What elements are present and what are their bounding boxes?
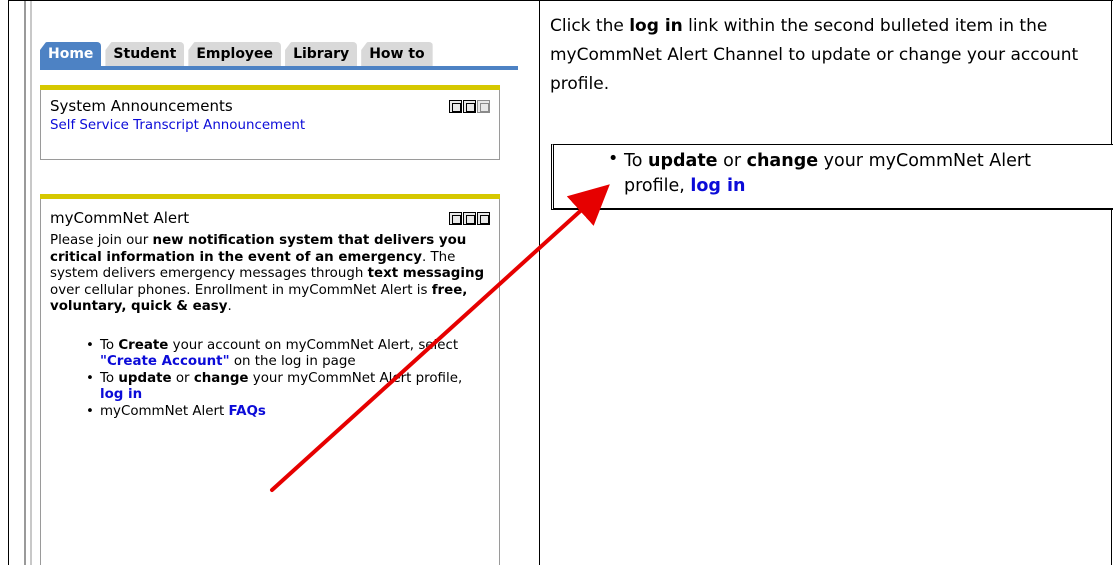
zoom-bold: update — [648, 151, 718, 171]
detach-icon[interactable] — [449, 99, 462, 113]
log-in-link[interactable]: log in — [100, 387, 142, 402]
list-item-faqs: myCommNet Alert FAQs — [86, 404, 490, 421]
tab-library[interactable]: Library — [285, 42, 358, 66]
instruction-pre: Click the — [550, 16, 630, 36]
minimize-icon[interactable] — [463, 99, 476, 113]
zoomed-log-in-link[interactable]: log in — [690, 176, 745, 196]
list-text: your myCommNet Alert profile, — [248, 370, 463, 386]
list-text: To — [100, 370, 119, 386]
intro-text: over cellular phones. Enrollment in myCo… — [50, 282, 432, 298]
alert-intro: Please join our new notification system … — [41, 229, 499, 316]
minimize-icon[interactable] — [463, 211, 476, 225]
create-account-link[interactable]: "Create Account" — [100, 354, 230, 369]
frame-column-divider — [539, 0, 540, 565]
zoomed-list-item: To update or change your myCommNet Alert… — [624, 149, 1094, 199]
list-text: To — [100, 337, 119, 353]
portal-tab-bar: Home Student Employee Library How to — [40, 34, 437, 66]
channel-title: System Announcements — [50, 97, 233, 115]
portal-screenshot: Home Student Employee Library How to Sys… — [9, 1, 539, 565]
system-announcements-channel: System Announcements Self Service Transc… — [40, 90, 500, 160]
zoom-text: To — [624, 151, 648, 171]
zoom-bold: change — [746, 151, 819, 171]
list-item-update-profile: To update or change your myCommNet Alert… — [86, 371, 466, 404]
detach-icon[interactable] — [449, 211, 462, 225]
list-item-create-account: To Create your account on myCommNet Aler… — [86, 338, 466, 371]
list-bold: change — [193, 370, 249, 386]
list-bold: Create — [118, 337, 169, 353]
list-text: your account on myCommNet Alert, select — [168, 337, 459, 353]
tab-underline — [40, 66, 518, 70]
left-gutter — [24, 1, 32, 565]
instruction-text: Click the log in link within the second … — [550, 12, 1100, 99]
close-icon — [477, 99, 490, 113]
tab-student[interactable]: Student — [105, 42, 185, 66]
intro-text: Please join our — [50, 233, 153, 248]
list-text: on the log in page — [229, 354, 356, 369]
instruction-bold: log in — [629, 16, 683, 36]
zoomed-callout: • To update or change your myCommNet Ale… — [551, 144, 1113, 210]
transcript-announcement-link[interactable]: Self Service Transcript Announcement — [50, 118, 305, 133]
tab-employee[interactable]: Employee — [188, 42, 282, 66]
intro-bold: text messaging — [367, 266, 485, 281]
alert-bullet-list: To Create your account on myCommNet Aler… — [77, 338, 499, 421]
intro-text: . — [227, 299, 232, 314]
channel-controls — [449, 211, 490, 225]
tab-home[interactable]: Home — [40, 42, 102, 66]
tab-how-to[interactable]: How to — [361, 42, 433, 66]
mycommnet-alert-channel: myCommNet Alert Please join our new noti… — [40, 199, 500, 565]
list-bold: update — [118, 370, 172, 386]
bullet-glyph: • — [608, 149, 619, 169]
faqs-link[interactable]: FAQs — [229, 404, 266, 419]
zoom-text: or — [717, 151, 747, 171]
list-text: myCommNet Alert — [100, 403, 229, 419]
channel-controls — [449, 99, 490, 113]
frame-right-border — [1111, 0, 1112, 565]
list-text: or — [171, 370, 194, 386]
close-icon[interactable] — [477, 211, 490, 225]
channel-title: myCommNet Alert — [50, 209, 190, 227]
